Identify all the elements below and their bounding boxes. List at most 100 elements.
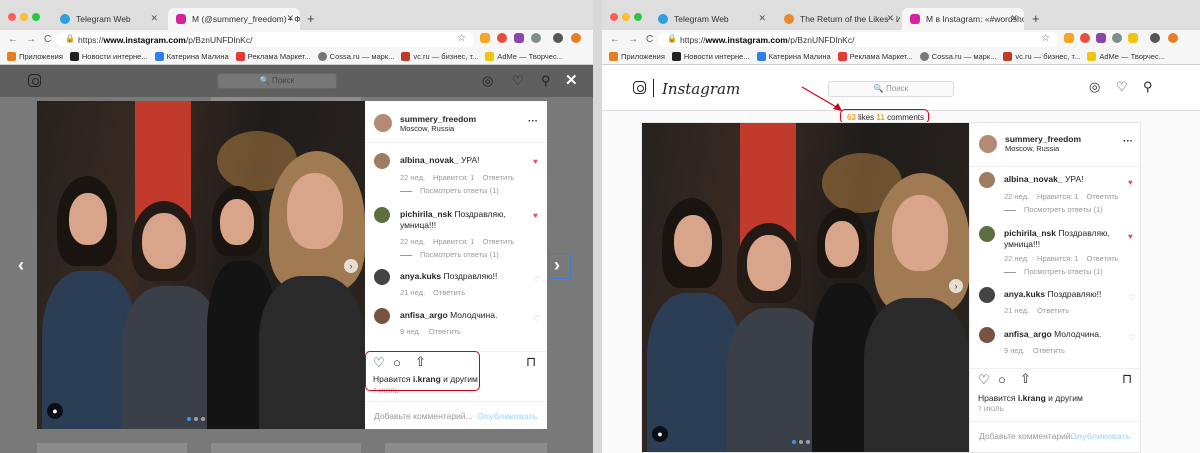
extension-icon[interactable]	[1096, 33, 1106, 43]
back-icon[interactable]: ←	[8, 34, 18, 45]
tab-telegram[interactable]: Telegram Web ✕	[650, 8, 772, 30]
maximize-window-icon[interactable]	[32, 13, 40, 21]
comment-liked-heart-icon[interactable]: ♥	[1128, 178, 1133, 187]
add-comment-input[interactable]: Добавьте комментарий...	[979, 431, 1078, 441]
reply-button[interactable]: Ответить	[482, 237, 514, 246]
author-avatar[interactable]	[374, 114, 392, 132]
commenter-avatar[interactable]	[374, 153, 390, 169]
comment-time[interactable]: 9 нед.	[400, 327, 421, 336]
extension-icon[interactable]	[1168, 33, 1178, 43]
comment-like-heart-icon[interactable]: ♡	[1128, 293, 1135, 302]
bookmark-star-icon[interactable]: ☆	[457, 33, 466, 44]
bookmark-item[interactable]: AdMe — Творчес...	[1087, 52, 1165, 61]
activity-heart-icon[interactable]: ♡	[512, 73, 524, 89]
commenter-username[interactable]: anfisa_argo	[1004, 329, 1052, 339]
post-photo[interactable]: › ●	[37, 101, 365, 429]
commenter-avatar[interactable]	[374, 269, 390, 285]
comment-likes[interactable]: Нравится: 1	[433, 237, 474, 246]
bookmark-item[interactable]: Реклама Маркет...	[235, 52, 311, 61]
reply-button[interactable]: Ответить	[433, 288, 465, 297]
reply-button[interactable]: Ответить	[1086, 192, 1118, 201]
address-bar[interactable]: 🔒 https://www.instagram.com/p/BznUNFDlnK…	[658, 32, 1058, 47]
profile-icon[interactable]	[1150, 33, 1160, 43]
carousel-next-icon[interactable]: ›	[344, 259, 358, 273]
next-post-icon[interactable]: ›	[554, 255, 560, 276]
forward-icon[interactable]: →	[26, 34, 36, 45]
reload-icon[interactable]: C	[646, 34, 653, 45]
comment-like-heart-icon[interactable]: ♡	[533, 314, 540, 323]
author-location[interactable]: Moscow, Russia	[400, 124, 454, 133]
comment-likes[interactable]: Нравится: 1	[1037, 192, 1078, 201]
new-tab-button[interactable]: +	[1032, 11, 1040, 26]
commenter-username[interactable]: albina_novak_	[1004, 174, 1063, 184]
author-username[interactable]: summery_freedom	[1005, 134, 1081, 144]
tab-instagram[interactable]: M (@summery_freedom) • Фот ✕	[168, 8, 300, 30]
like-heart-icon[interactable]: ♡	[978, 372, 990, 388]
tab-return-of-likes[interactable]: The Return of the Likes - Интер ✕	[776, 8, 900, 30]
view-replies-button[interactable]: Посмотреть ответы (1)	[1004, 267, 1103, 276]
bookmark-item[interactable]: Cossa.ru — марк...	[317, 52, 394, 61]
more-options-icon[interactable]: ···	[1123, 136, 1133, 147]
extension-icon[interactable]	[531, 33, 541, 43]
author-location[interactable]: Moscow, Russia	[1005, 144, 1059, 153]
author-username[interactable]: summery_freedom	[400, 114, 476, 124]
comment-likes[interactable]: Нравится: 1	[433, 173, 474, 182]
comment-liked-heart-icon[interactable]: ♥	[533, 211, 538, 220]
bookmark-item[interactable]: Новости интерне...	[671, 52, 750, 61]
address-bar[interactable]: 🔒 https://www.instagram.com/p/BznUNFDlnK…	[56, 32, 474, 47]
comment-likes[interactable]: Нравится: 1	[1037, 254, 1078, 263]
comment-time[interactable]: 22 нед.	[400, 237, 425, 246]
share-icon[interactable]: ⇧	[1020, 371, 1031, 387]
extension-icon[interactable]	[514, 33, 524, 43]
post-photo[interactable]: › ●	[642, 123, 969, 452]
commenter-avatar[interactable]	[979, 226, 995, 242]
publish-button[interactable]: Опубликовать	[477, 411, 538, 421]
commenter-username[interactable]: anfisa_argo	[400, 310, 448, 320]
commenter-username[interactable]: pichirila_nsk	[400, 209, 452, 219]
maximize-window-icon[interactable]	[634, 13, 642, 21]
comment-time[interactable]: 22 нед.	[1004, 254, 1029, 263]
extension-icon[interactable]	[1128, 33, 1138, 43]
explore-icon[interactable]: ◎	[482, 73, 493, 89]
save-bookmark-icon[interactable]: ⊓	[1122, 371, 1132, 387]
comment-time[interactable]: 9 нед.	[1004, 346, 1025, 355]
bookmark-item[interactable]: Приложения	[609, 52, 665, 61]
tab-instagram[interactable]: M в Instagram: «#wordshop - ... ✕	[902, 8, 1024, 30]
opera-extension-icon[interactable]	[1080, 33, 1090, 43]
bookmark-item[interactable]: Катерина Малина	[756, 52, 831, 61]
explore-icon[interactable]: ◎	[1089, 79, 1100, 95]
commenter-avatar[interactable]	[374, 308, 390, 324]
close-modal-icon[interactable]: ✕	[565, 71, 578, 89]
search-input[interactable]: 🔍 Поиск	[217, 73, 337, 89]
reply-button[interactable]: Ответить	[482, 173, 514, 182]
extension-icon[interactable]	[1112, 33, 1122, 43]
bookmark-item[interactable]: Катерина Малина	[154, 52, 229, 61]
reload-icon[interactable]: C	[44, 34, 51, 45]
tab-telegram[interactable]: Telegram Web ✕	[52, 8, 164, 30]
instagram-logo[interactable]: Instagram	[662, 80, 740, 98]
close-tab-icon[interactable]: ✕	[886, 13, 894, 24]
publish-button[interactable]: Опубликовать	[1070, 431, 1131, 441]
close-window-icon[interactable]	[8, 13, 16, 21]
bookmark-item[interactable]: Реклама Маркет...	[837, 52, 913, 61]
close-tab-icon[interactable]: ✕	[1010, 13, 1018, 24]
add-comment-input[interactable]: Добавьте комментарий...	[374, 411, 473, 421]
commenter-avatar[interactable]	[979, 287, 995, 303]
tagged-people-icon[interactable]: ●	[652, 426, 668, 442]
commenter-avatar[interactable]	[374, 207, 390, 223]
extension-icon[interactable]	[571, 33, 581, 43]
close-tab-icon[interactable]: ✕	[150, 13, 158, 24]
comment-time[interactable]: 21 нед.	[400, 288, 425, 297]
minimize-window-icon[interactable]	[622, 13, 630, 21]
bookmark-item[interactable]: Cossa.ru — марк...	[919, 52, 996, 61]
extension-icon[interactable]	[480, 33, 490, 43]
commenter-username[interactable]: albina_novak_	[400, 155, 459, 165]
comment-like-heart-icon[interactable]: ♡	[1128, 333, 1135, 342]
comment-liked-heart-icon[interactable]: ♥	[1128, 232, 1133, 241]
profile-icon[interactable]: ⚲	[1143, 79, 1153, 95]
reply-button[interactable]: Ответить	[1037, 306, 1069, 315]
post-date[interactable]: 7 ИЮЛЬ	[978, 406, 1004, 413]
comment-bubble-icon[interactable]: ○	[998, 372, 1006, 387]
commenter-avatar[interactable]	[979, 172, 995, 188]
new-tab-button[interactable]: +	[307, 11, 315, 26]
